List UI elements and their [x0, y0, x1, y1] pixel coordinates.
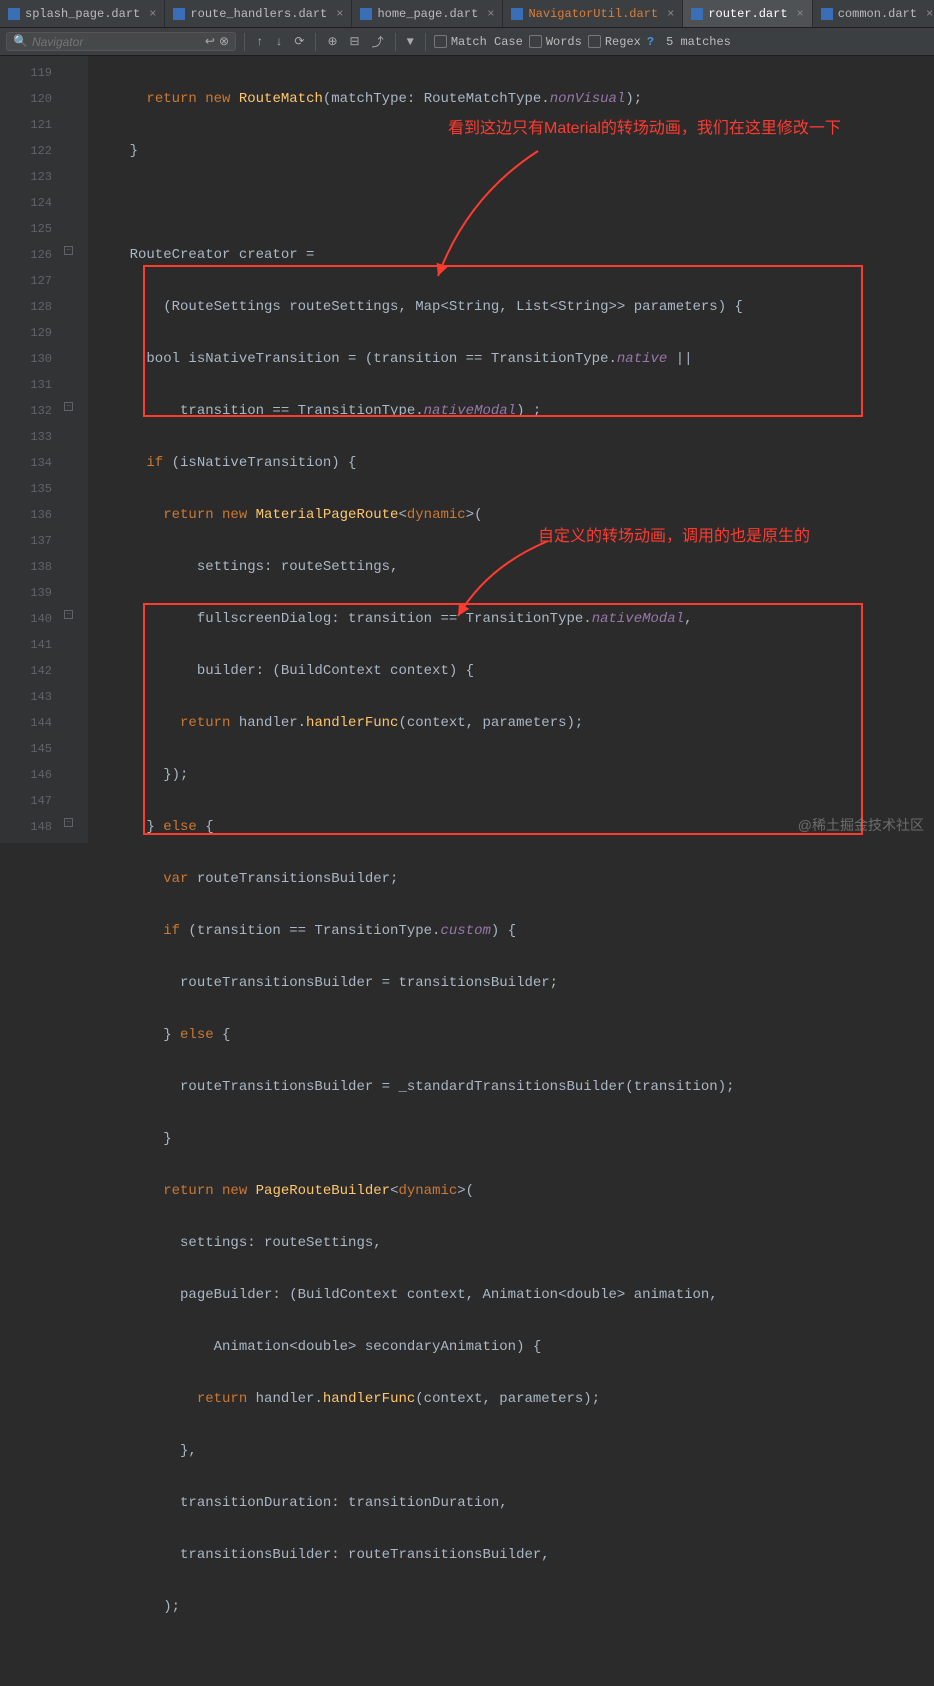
editor-tabs: splash_page.dart × route_handlers.dart ×…	[0, 0, 934, 28]
tab-close-icon[interactable]: ×	[667, 7, 674, 21]
tab-close-icon[interactable]: ×	[487, 7, 494, 21]
find-toolbar: 🔍 ↩ ⊗ ↑ ↓ ⟳ ⊕ ⊟ ⤴ ▼ Match Case Words Reg…	[0, 28, 934, 56]
separator	[244, 33, 245, 51]
words-checkbox[interactable]: Words	[529, 35, 582, 49]
find-input-wrapper[interactable]: 🔍 ↩ ⊗	[6, 32, 236, 51]
fold-collapse-icon[interactable]: −	[64, 246, 73, 255]
dart-file-icon	[511, 8, 523, 20]
tab-close-icon[interactable]: ×	[149, 7, 156, 21]
tab-router[interactable]: router.dart ×	[683, 0, 812, 27]
fold-gutter: − − − −	[60, 56, 88, 843]
tab-label: route_handlers.dart	[190, 7, 327, 21]
tab-route-handlers[interactable]: route_handlers.dart ×	[165, 0, 352, 27]
match-case-checkbox[interactable]: Match Case	[434, 35, 523, 49]
editor-area: 1191201211221231241251261271281291301311…	[0, 56, 934, 843]
fold-collapse-icon[interactable]: −	[64, 402, 73, 411]
find-field[interactable]	[32, 35, 201, 49]
highlight-box-1	[143, 265, 863, 417]
filter-icon[interactable]: ▼	[404, 35, 417, 49]
help-icon[interactable]: ?	[647, 35, 654, 49]
regex-checkbox[interactable]: Regex	[588, 35, 641, 49]
tab-close-icon[interactable]: ×	[797, 7, 804, 21]
tab-label: splash_page.dart	[25, 7, 140, 21]
tab-label: router.dart	[708, 7, 787, 21]
tab-splash-page[interactable]: splash_page.dart ×	[0, 0, 165, 27]
prev-match-icon[interactable]: ↑	[253, 35, 266, 49]
tab-label: NavigatorUtil.dart	[528, 7, 658, 21]
tab-close-icon[interactable]: ×	[926, 7, 933, 21]
fold-collapse-icon[interactable]: −	[64, 818, 73, 827]
search-icon: 🔍	[13, 34, 28, 49]
dart-file-icon	[821, 8, 833, 20]
tab-navigator-util[interactable]: NavigatorUtil.dart ×	[503, 0, 683, 27]
tab-label: home_page.dart	[377, 7, 478, 21]
dart-file-icon	[360, 8, 372, 20]
tab-close-icon[interactable]: ×	[336, 7, 343, 21]
clear-icon[interactable]: ⊗	[219, 34, 229, 49]
dart-file-icon	[173, 8, 185, 20]
match-count: 5 matches	[666, 35, 731, 49]
separator	[315, 33, 316, 51]
tab-home-page[interactable]: home_page.dart ×	[352, 0, 503, 27]
export-icon[interactable]: ⤴	[369, 33, 387, 50]
dart-file-icon	[691, 8, 703, 20]
add-selection-icon[interactable]: ⊕	[324, 34, 340, 49]
toggle-selection-icon[interactable]: ⟳	[291, 34, 307, 49]
separator	[395, 33, 396, 51]
tab-common[interactable]: common.dart ×	[813, 0, 934, 27]
line-numbers: 1191201211221231241251261271281291301311…	[0, 56, 60, 843]
code-content[interactable]: return new RouteMatch(matchType: RouteMa…	[88, 56, 934, 843]
dart-file-icon	[8, 8, 20, 20]
next-match-icon[interactable]: ↓	[272, 35, 285, 49]
annotation-2: 自定义的转场动画，调用的也是原生的	[538, 524, 934, 550]
fold-collapse-icon[interactable]: −	[64, 610, 73, 619]
select-all-icon[interactable]: ⊟	[347, 34, 363, 49]
separator	[425, 33, 426, 51]
watermark: @稀土掘金技术社区	[798, 815, 924, 835]
tab-label: common.dart	[838, 7, 917, 21]
history-icon[interactable]: ↩	[205, 34, 215, 49]
